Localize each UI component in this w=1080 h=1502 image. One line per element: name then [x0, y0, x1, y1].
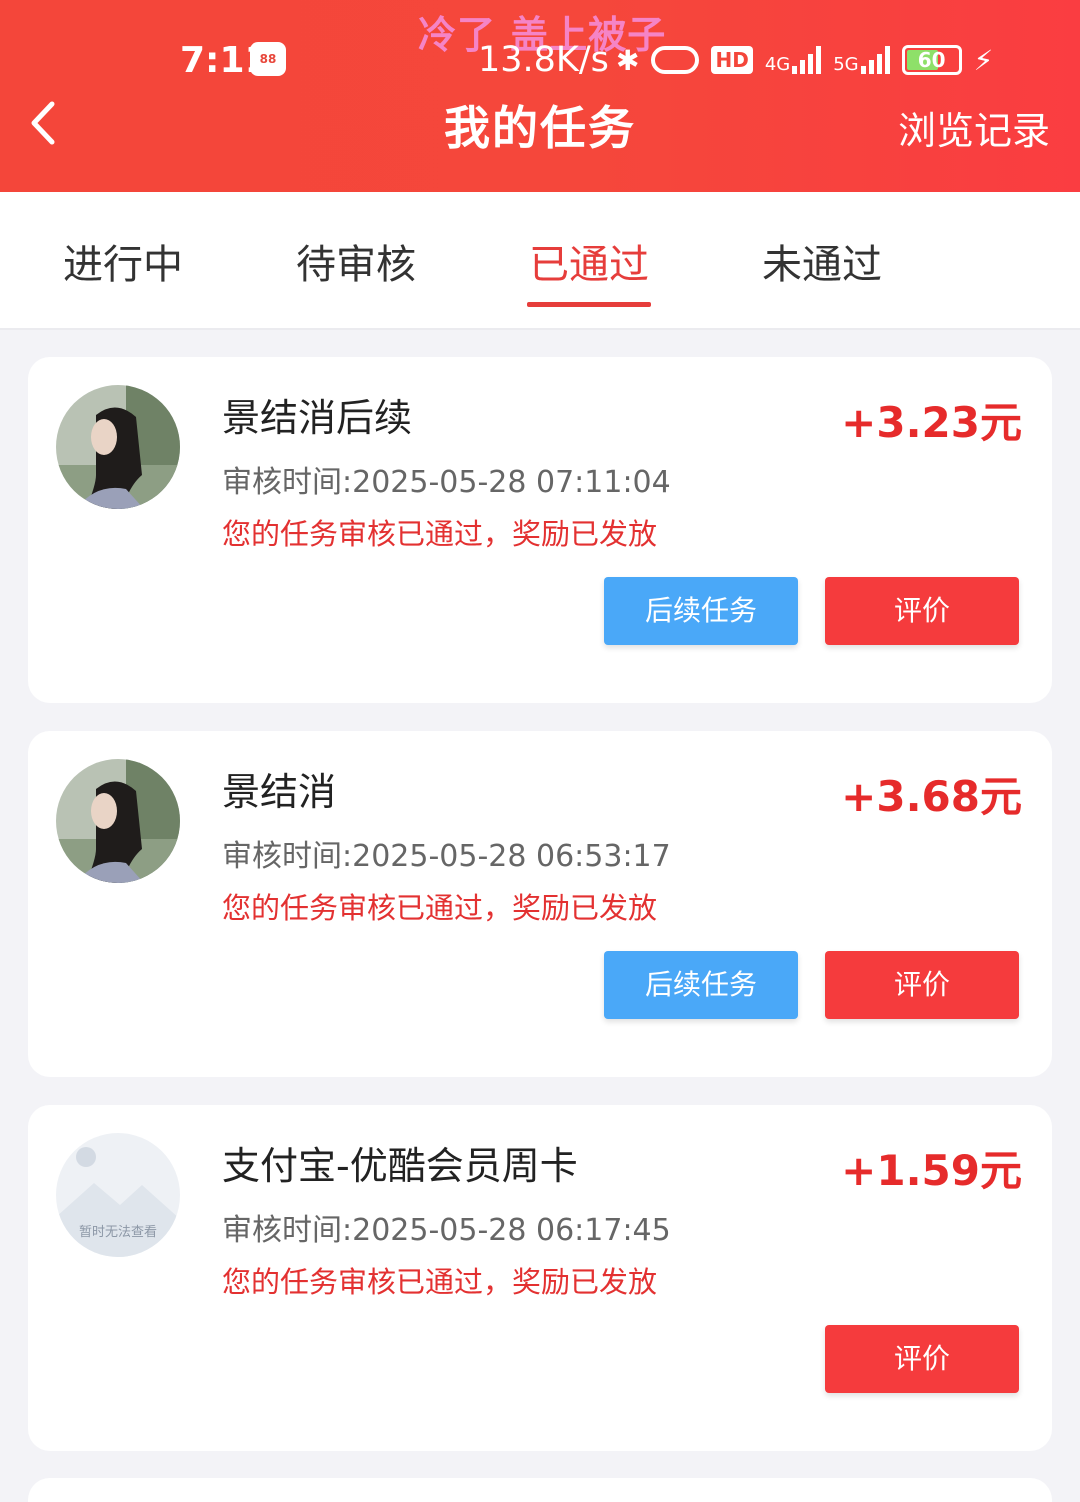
network-speed: 13.8K/s	[478, 40, 609, 80]
status-icons: ✱ HD 4G 5G 60 ⚡	[616, 40, 993, 80]
rate-button[interactable]: 评价	[825, 577, 1019, 645]
follow-up-task-button[interactable]: 后续任务	[604, 577, 798, 645]
browse-history-link[interactable]: 浏览记录	[898, 100, 1050, 155]
hd-voice-icon: HD	[711, 46, 753, 74]
battery-level: 60	[917, 48, 946, 72]
reward-amount: +1.59元	[841, 1146, 1022, 1195]
placeholder-text: 暂时无法查看	[78, 1225, 157, 1240]
bluetooth-icon: ✱	[616, 43, 640, 77]
task-title: 支付宝-优酷会员周卡	[222, 1144, 578, 1188]
reward-amount: +3.23元	[841, 398, 1022, 447]
task-card[interactable]: 暂时无法查看 支付宝-优酷会员周卡 +1.59元 审核时间:2025-05-28…	[28, 1105, 1052, 1451]
signal-5g-label: 5G	[833, 54, 859, 75]
follow-up-task-button[interactable]: 后续任务	[604, 951, 798, 1019]
task-card[interactable]: 景结消 +3.68元 审核时间:2025-05-28 06:53:17 您的任务…	[28, 731, 1052, 1077]
signal-4g-label: 4G	[764, 54, 791, 75]
signal-5g-icon: 5G	[833, 46, 890, 75]
active-tab-indicator	[527, 302, 651, 307]
task-title: 景结消	[222, 770, 337, 814]
task-card-partial[interactable]	[28, 1478, 1052, 1502]
vibrate-icon	[651, 46, 700, 74]
reward-amount: +3.68元	[841, 772, 1022, 821]
tab-approved[interactable]: 已通过	[529, 232, 649, 290]
rate-button[interactable]: 评价	[825, 951, 1019, 1019]
review-time: 审核时间:2025-05-28 06:17:45	[222, 1213, 671, 1248]
signal-bars-icon	[860, 46, 890, 74]
avatar	[56, 759, 180, 883]
avatar	[56, 385, 180, 509]
task-title: 景结消后续	[222, 396, 413, 440]
approval-status: 您的任务审核已通过，奖励已发放	[222, 1265, 658, 1299]
tab-in-progress[interactable]: 进行中	[63, 232, 183, 290]
approval-status: 您的任务审核已通过，奖励已发放	[222, 517, 658, 551]
status-tabs: 进行中 待审核 已通过 未通过	[0, 192, 1080, 330]
review-time: 审核时间:2025-05-28 07:11:04	[222, 465, 671, 500]
tab-pending-review[interactable]: 待审核	[296, 232, 416, 290]
signal-bars-icon	[792, 46, 822, 74]
task-card[interactable]: 景结消后续 +3.23元 审核时间:2025-05-28 07:11:04 您的…	[28, 357, 1052, 703]
app-notification-icon: 88	[250, 42, 286, 76]
app-header: 冷了 盖上被子 7:11 88 13.8K/s ✱ HD 4G 5G 60 ⚡ …	[0, 0, 1080, 192]
avatar-placeholder: 暂时无法查看	[56, 1133, 180, 1257]
review-time: 审核时间:2025-05-28 06:53:17	[222, 839, 671, 874]
tab-rejected[interactable]: 未通过	[762, 232, 882, 290]
signal-4g-icon: 4G	[764, 46, 822, 75]
battery-icon: 60	[901, 45, 962, 75]
rate-button[interactable]: 评价	[825, 1325, 1019, 1393]
charging-icon: ⚡	[973, 43, 994, 77]
approval-status: 您的任务审核已通过，奖励已发放	[222, 891, 658, 925]
